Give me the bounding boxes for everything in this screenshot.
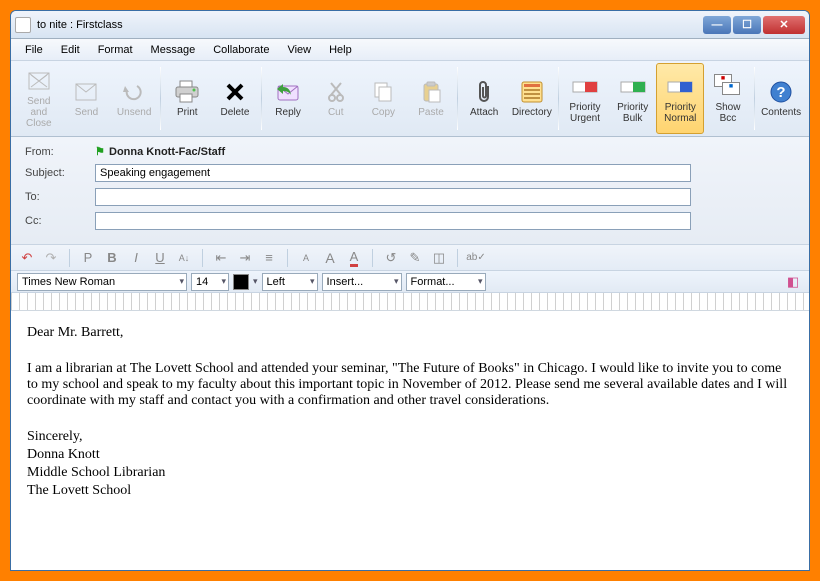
color-button[interactable]: A xyxy=(344,248,364,268)
outdent-button[interactable]: ⇤ xyxy=(211,248,231,268)
copy-icon xyxy=(369,79,397,105)
cc-input[interactable] xyxy=(95,212,691,230)
svg-text:?: ? xyxy=(777,84,786,101)
cc-label: Cc: xyxy=(25,215,95,227)
titlebar: to nite : Firstclass — ☐ ✕ xyxy=(11,11,809,39)
send-icon xyxy=(72,79,100,105)
underline-button[interactable]: U xyxy=(150,248,170,268)
body-paragraph: I am a librarian at The Lovett School an… xyxy=(27,361,793,409)
menu-collaborate[interactable]: Collaborate xyxy=(205,42,277,58)
format-toolbar: ↶ ↷ P B I U A↓ ⇤ ⇥ ≡ A A A ↺ ✎ ◫ ab✓ xyxy=(11,245,809,271)
message-headers: From: ⚑Donna Knott-Fac/Staff Subject: To… xyxy=(11,137,809,245)
reply-button[interactable]: Reply xyxy=(264,63,312,134)
copy-button[interactable]: Copy xyxy=(360,63,408,134)
undo-button[interactable]: ↶ xyxy=(17,248,37,268)
contents-button[interactable]: ? Contents xyxy=(757,63,805,134)
minimize-button[interactable]: — xyxy=(703,16,731,34)
presence-icon: ⚑ xyxy=(95,145,105,158)
subject-label: Subject: xyxy=(25,167,95,179)
spellcheck-button[interactable]: ab✓ xyxy=(466,248,486,268)
highlighter-button[interactable]: ✎ xyxy=(405,248,425,268)
subject-input[interactable] xyxy=(95,164,691,182)
list-button[interactable]: ≡ xyxy=(259,248,279,268)
help-icon: ? xyxy=(767,79,795,105)
align-combo[interactable]: Left xyxy=(262,273,318,291)
body-sig-name: Donna Knott xyxy=(27,447,793,463)
priority-normal-icon xyxy=(666,74,694,100)
maximize-button[interactable]: ☐ xyxy=(733,16,761,34)
textcolor-swatch[interactable] xyxy=(233,274,249,290)
menubar: File Edit Format Message Collaborate Vie… xyxy=(11,39,809,61)
body-sig-title: Middle School Librarian xyxy=(27,465,793,481)
paste-icon xyxy=(417,79,445,105)
priority-bulk-icon xyxy=(619,74,647,100)
print-icon xyxy=(173,79,201,105)
menu-format[interactable]: Format xyxy=(90,42,141,58)
priority-bulk-button[interactable]: Priority Bulk xyxy=(609,63,657,134)
menu-help[interactable]: Help xyxy=(321,42,360,58)
unsend-button[interactable]: Unsend xyxy=(110,63,158,134)
to-label: To: xyxy=(25,191,95,203)
send-button[interactable]: Send xyxy=(63,63,111,134)
window-title: to nite : Firstclass xyxy=(37,19,701,31)
italic-button[interactable]: I xyxy=(126,248,146,268)
larger-button[interactable]: A xyxy=(320,248,340,268)
menu-edit[interactable]: Edit xyxy=(53,42,88,58)
body-closing: Sincerely, xyxy=(27,429,793,445)
menu-view[interactable]: View xyxy=(279,42,319,58)
plain-button[interactable]: P xyxy=(78,248,98,268)
subscript-button[interactable]: A↓ xyxy=(174,248,194,268)
redo-button[interactable]: ↷ xyxy=(41,248,61,268)
send-close-icon xyxy=(25,68,53,94)
cut-button[interactable]: Cut xyxy=(312,63,360,134)
delete-button[interactable]: Delete xyxy=(211,63,259,134)
format-combo[interactable]: Format... xyxy=(406,273,486,291)
priority-urgent-button[interactable]: Priority Urgent xyxy=(561,63,609,134)
from-value: ⚑Donna Knott-Fac/Staff xyxy=(95,145,795,158)
attach-icon xyxy=(470,79,498,105)
toolbar: Send and Close Send Unsend Print Delete … xyxy=(11,61,809,137)
show-bcc-button[interactable]: ■ ■ Show Bcc xyxy=(704,63,752,134)
paste-button[interactable]: Paste xyxy=(407,63,455,134)
eraser-button[interactable]: ◫ xyxy=(429,248,449,268)
message-body-editor[interactable]: Dear Mr. Barrett, I am a librarian at Th… xyxy=(11,311,809,570)
app-window: to nite : Firstclass — ☐ ✕ File Edit For… xyxy=(10,10,810,571)
insert-combo[interactable]: Insert... xyxy=(322,273,402,291)
priority-urgent-icon xyxy=(571,74,599,100)
attach-button[interactable]: Attach xyxy=(460,63,508,134)
revert-button[interactable]: ↺ xyxy=(381,248,401,268)
show-bcc-icon: ■ ■ xyxy=(714,74,742,100)
toggle-ruler-button[interactable]: ◧ xyxy=(783,272,803,292)
menu-message[interactable]: Message xyxy=(143,42,204,58)
priority-normal-button[interactable]: Priority Normal xyxy=(656,63,704,134)
delete-icon xyxy=(221,79,249,105)
cut-icon xyxy=(322,79,350,105)
directory-icon xyxy=(518,79,546,105)
reply-icon xyxy=(274,79,302,105)
smaller-button[interactable]: A xyxy=(296,248,316,268)
to-input[interactable] xyxy=(95,188,691,206)
body-greeting: Dear Mr. Barrett, xyxy=(27,325,793,341)
from-label: From: xyxy=(25,146,95,158)
bold-button[interactable]: B xyxy=(102,248,122,268)
indent-button[interactable]: ⇥ xyxy=(235,248,255,268)
font-combo[interactable]: Times New Roman xyxy=(17,273,187,291)
format-toolbar-2: Times New Roman 14 ▾ Left Insert... Form… xyxy=(11,271,809,293)
close-button[interactable]: ✕ xyxy=(763,16,805,34)
unsend-icon xyxy=(120,79,148,105)
ruler[interactable] xyxy=(11,293,809,311)
send-and-close-button[interactable]: Send and Close xyxy=(15,63,63,134)
size-combo[interactable]: 14 xyxy=(191,273,229,291)
directory-button[interactable]: Directory xyxy=(508,63,556,134)
body-sig-org: The Lovett School xyxy=(27,483,793,499)
app-icon xyxy=(15,17,31,33)
menu-file[interactable]: File xyxy=(17,42,51,58)
print-button[interactable]: Print xyxy=(163,63,211,134)
